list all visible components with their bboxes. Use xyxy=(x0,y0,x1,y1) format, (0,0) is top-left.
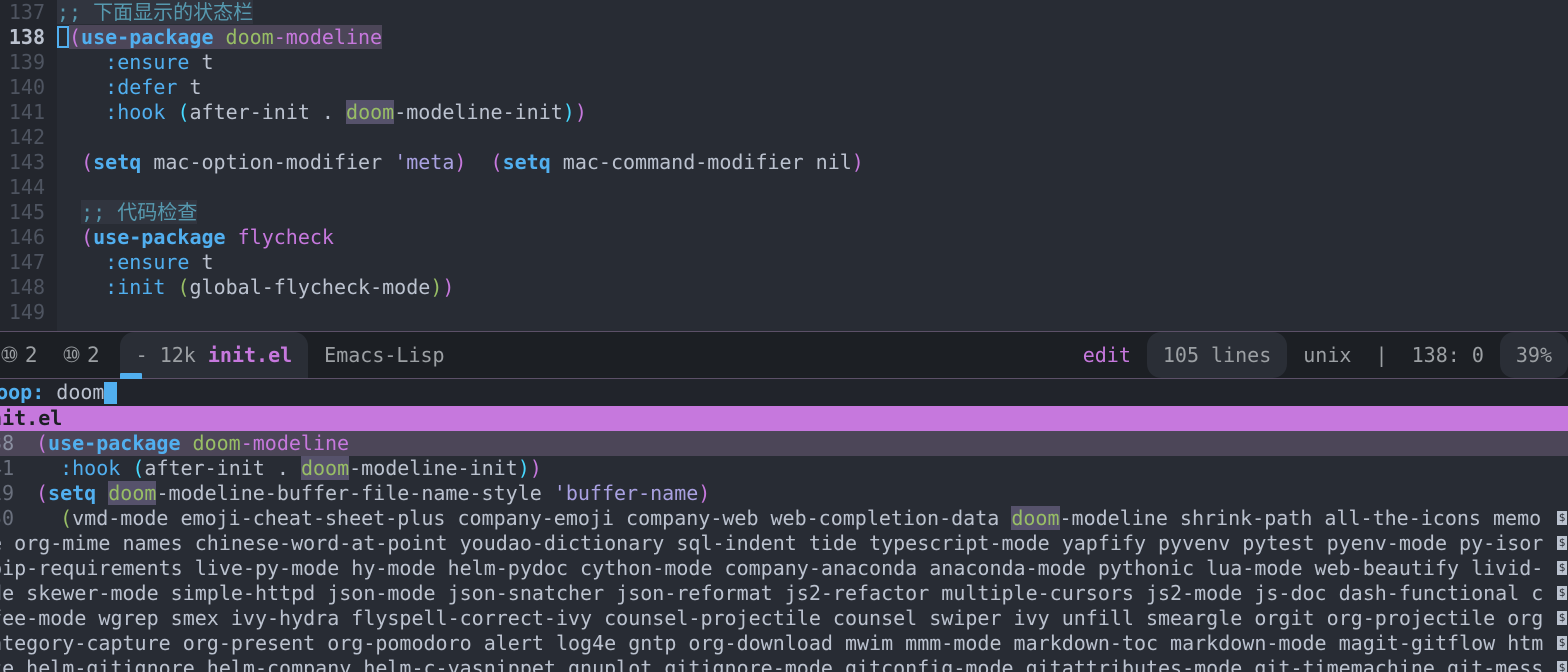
flycheck-badges[interactable]: ⑩2 ⑩2 xyxy=(0,343,120,368)
swoop-prompt: Swoop: xyxy=(0,380,45,404)
helm-source-label: init.el xyxy=(0,406,63,430)
file-size: 12k xyxy=(159,342,196,367)
line-number: 137 xyxy=(8,0,45,24)
wrapped-text-line: category-capture org-present org-pomodor… xyxy=(0,631,1568,656)
code-line-current[interactable]: 138 (use-package doom-modeline xyxy=(0,25,1568,50)
code-line[interactable]: 149 xyxy=(0,300,1568,325)
code-selected-region: (use-package doom-modeline xyxy=(69,25,383,49)
code-line[interactable]: 147 :ensure t xyxy=(0,250,1568,275)
wrapped-text-line: ze org-mime names chinese-word-at-point … xyxy=(0,531,1568,556)
major-mode-label: Emacs-Lisp xyxy=(324,342,445,367)
buffer-name: init.el xyxy=(207,342,293,367)
encoding-position-label: unix | 138: 0 xyxy=(1303,342,1484,367)
wrapped-text: ode skewer-mode simple-httpd json-mode j… xyxy=(0,581,1544,605)
modified-indicator: - xyxy=(135,342,148,367)
code-line[interactable]: 145 ;; 代码检查 xyxy=(0,200,1568,225)
helm-result-row[interactable]: 50 (vmd-mode emoji-cheat-sheet-plus comp… xyxy=(0,506,1568,531)
code-line[interactable]: 144 xyxy=(0,175,1568,200)
line-number: 147 xyxy=(8,250,45,274)
encoding-position-segment[interactable]: unix | 138: 0 xyxy=(1287,332,1500,378)
major-mode-segment[interactable]: Emacs-Lisp xyxy=(308,332,460,378)
line-number: 144 xyxy=(8,175,45,199)
line-continuation-icon: $ xyxy=(1557,636,1567,650)
line-number-current: 138 xyxy=(8,25,45,49)
code-line[interactable]: 140 :defer t xyxy=(0,75,1568,100)
line-number: 139 xyxy=(8,50,45,74)
line-number: 141 xyxy=(8,100,45,124)
wrapped-text-line: ode skewer-mode simple-httpd json-mode j… xyxy=(0,581,1568,606)
code-comment: ;; 代码检查 xyxy=(81,200,198,224)
helm-result-line-number: 141 xyxy=(0,456,15,480)
line-continuation-icon: $ xyxy=(1557,561,1567,575)
minibuffer-caret xyxy=(104,381,118,404)
line-number: 142 xyxy=(8,125,45,149)
buffer-info-segment[interactable]: - 12k init.el xyxy=(119,332,309,378)
helm-result-line-number: 19 xyxy=(0,481,14,505)
helm-swoop-results[interactable]: init.el 138(use-package doom-modeline 14… xyxy=(0,406,1568,672)
wrapped-text: pip-requirements live-py-mode hy-mode he… xyxy=(0,556,1544,580)
line-continuation-icon: $ xyxy=(1557,611,1567,625)
modeline-left: ⑩2 ⑩2 - 12k init.el Emacs-Lisp xyxy=(0,332,461,378)
code-line[interactable]: 137 ;; 下面显示的状态栏 xyxy=(0,0,1568,25)
wrapped-text-line: pip-requirements live-py-mode hy-mode he… xyxy=(0,556,1568,581)
line-count-segment[interactable]: 105 lines xyxy=(1146,332,1288,378)
wrapped-text-line: ize helm-gitignore helm-company helm-c-y… xyxy=(0,656,1568,672)
modeline-right: edit 105 lines unix | 138: 0 39% xyxy=(1067,332,1568,378)
code-line[interactable]: 148 :init (global-flycheck-mode)) xyxy=(0,275,1568,300)
helm-result-row[interactable]: 138(use-package doom-modeline xyxy=(0,431,1568,456)
wrapped-text: ffee-mode wgrep smex ivy-hydra flyspell-… xyxy=(0,606,1544,630)
scroll-percent-segment[interactable]: 39% xyxy=(1499,332,1568,378)
edit-state-label: edit xyxy=(1082,342,1131,367)
line-number: 148 xyxy=(8,275,45,299)
line-continuation-icon: $ xyxy=(1557,511,1567,525)
code-line[interactable]: 139 :ensure t xyxy=(0,50,1568,75)
helm-result-row[interactable]: 19(setq doom-modeline-buffer-file-name-s… xyxy=(0,481,1568,506)
code-line[interactable]: 146 (use-package flycheck xyxy=(0,225,1568,250)
line-number: 143 xyxy=(8,150,45,174)
line-continuation-icon: $ xyxy=(1557,536,1567,550)
wrapped-text: category-capture org-present org-pomodor… xyxy=(0,631,1544,655)
line-continuation-icon: $ xyxy=(1557,586,1567,600)
helm-result-line-number: 138 xyxy=(0,431,15,455)
line-number: 140 xyxy=(8,75,45,99)
code-line[interactable]: 142 xyxy=(0,125,1568,150)
line-count-label: 105 lines xyxy=(1162,342,1272,367)
edit-state-segment[interactable]: edit xyxy=(1067,332,1147,378)
modeline: ⑩2 ⑩2 - 12k init.el Emacs-Lisp edit 105 … xyxy=(0,331,1568,379)
line-continuation-icon: $ xyxy=(1557,661,1567,672)
line-number: 146 xyxy=(8,225,45,249)
editor-buffer[interactable]: 137 ;; 下面显示的状态栏 138 (use-package doom-mode… xyxy=(0,0,1568,331)
line-number: 145 xyxy=(8,200,45,224)
helm-result-row[interactable]: 141 :hook (after-init . doom-modeline-in… xyxy=(0,456,1568,481)
helm-source-header: init.el xyxy=(0,406,1568,431)
wrapped-text: ze org-mime names chinese-word-at-point … xyxy=(0,531,1544,555)
scroll-percent-label: 39% xyxy=(1515,342,1552,367)
line-number: 149 xyxy=(8,300,45,324)
emacs-window: 137 ;; 下面显示的状态栏 138 (use-package doom-mode… xyxy=(0,0,1568,672)
code-line[interactable]: 141 :hook (after-init . doom-modeline-in… xyxy=(0,100,1568,125)
helm-result-line-number: 50 xyxy=(0,506,14,530)
code-comment: ;; 下面显示的状态栏 xyxy=(57,0,254,24)
helm-result-row-wrapped[interactable]: 50 (vmd-mode emoji-cheat-sheet-plus comp… xyxy=(0,506,1568,531)
text-cursor xyxy=(57,26,69,48)
swoop-input[interactable]: doom xyxy=(56,379,104,406)
wrapped-text: ize helm-gitignore helm-company helm-c-y… xyxy=(0,656,1544,672)
wrapped-text-line: ffee-mode wgrep smex ivy-hydra flyspell-… xyxy=(0,606,1568,631)
code-line[interactable]: 143 (setq mac-option-modifier 'meta) (se… xyxy=(0,150,1568,175)
minibuffer[interactable]: Swoop: doom xyxy=(0,379,1568,406)
